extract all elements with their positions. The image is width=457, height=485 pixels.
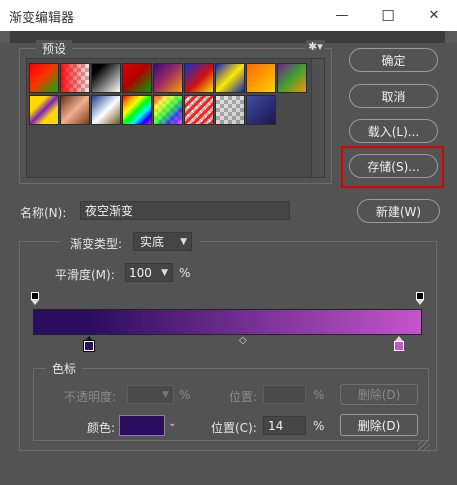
preset-swatch-yellow-violet-stripe[interactable] <box>29 95 59 125</box>
color-swatch[interactable] <box>119 415 165 436</box>
preset-swatch-orange-yellow[interactable] <box>246 63 276 93</box>
preset-swatch-red-transparent[interactable] <box>60 63 90 93</box>
gradient-type-value: 实底 <box>140 235 165 249</box>
chevron-down-icon: ▼ <box>180 236 187 247</box>
opacity-stop-right[interactable] <box>416 292 424 305</box>
resize-grip[interactable] <box>418 440 430 452</box>
preset-swatch-violet-orange[interactable] <box>153 63 183 93</box>
opacity-input: ▼ <box>127 385 174 404</box>
chevron-down-icon: ▼ <box>162 389 169 400</box>
opacity-unit: % <box>179 388 191 402</box>
maximize-button[interactable]: ☐ <box>365 0 411 31</box>
opacity-delete-button: 删除(D) <box>340 384 418 405</box>
smoothness-input[interactable]: 100 ▼ <box>125 263 173 282</box>
chevron-down-icon[interactable]: ⌄ <box>168 418 176 429</box>
smoothness-label: 平滑度(M): <box>55 268 115 282</box>
name-label: 名称(N): <box>20 206 67 220</box>
gear-icon[interactable]: ✱▾ <box>306 40 325 53</box>
preset-swatch-red-green-2[interactable] <box>122 63 152 93</box>
opacity-location-input <box>263 385 306 404</box>
preset-swatch-copper[interactable] <box>60 95 90 125</box>
preset-swatch-transparent-stripes[interactable] <box>184 95 214 125</box>
title-bar: 渐变编辑器 — ☐ ✕ <box>0 0 457 31</box>
smoothness-unit: % <box>179 266 191 280</box>
gradient-bar[interactable] <box>33 309 422 335</box>
chevron-down-icon: ▼ <box>161 267 168 278</box>
preset-swatch-violet-green-orange[interactable] <box>277 63 307 93</box>
color-stops-legend: 色标 <box>46 360 83 377</box>
minimize-button[interactable]: — <box>319 0 365 31</box>
color-stop-left[interactable] <box>83 336 95 352</box>
opacity-location-unit: % <box>313 388 325 402</box>
preset-swatch-neutral-density[interactable] <box>215 95 245 125</box>
smoothness-value: 100 <box>129 265 152 280</box>
opacity-stop-left[interactable] <box>31 292 39 305</box>
gradient-type-dropdown[interactable]: 实底 ▼ <box>133 232 192 251</box>
location-input[interactable]: 14 <box>263 416 306 435</box>
window-title: 渐变编辑器 <box>9 11 75 26</box>
midpoint-diamond[interactable]: ◇ <box>239 335 247 346</box>
color-label: 颜色: <box>87 421 116 435</box>
opacity-label: 不透明度: <box>64 390 117 404</box>
preset-swatch-spectrum[interactable] <box>122 95 152 125</box>
cancel-button[interactable]: 取消 <box>349 84 438 108</box>
name-input[interactable]: 夜空渐变 <box>80 201 290 220</box>
location-label: 位置(C): <box>211 421 257 435</box>
preset-scrollbar[interactable] <box>311 59 324 177</box>
close-button[interactable]: ✕ <box>411 0 457 31</box>
preset-swatch-black-white[interactable] <box>91 63 121 93</box>
preset-swatch-transparent-rainbow[interactable] <box>153 95 183 125</box>
preset-swatch-night-sky[interactable] <box>246 95 276 125</box>
new-button[interactable]: 新建(W) <box>357 199 440 223</box>
location-unit: % <box>313 419 325 433</box>
preset-swatch-chrome[interactable] <box>91 95 121 125</box>
save-button[interactable]: 存储(S)... <box>349 154 438 178</box>
load-button[interactable]: 载入(L)... <box>349 119 438 143</box>
presets-legend: 预设 <box>36 40 73 57</box>
preset-swatch-blue-red-yellow[interactable] <box>184 63 214 93</box>
gradient-type-label: 渐变类型: <box>70 237 123 251</box>
ok-button[interactable]: 确定 <box>349 48 438 72</box>
opacity-location-label: 位置: <box>229 390 258 404</box>
preset-swatch-blue-yellow-blue[interactable] <box>215 63 245 93</box>
preset-swatch-red-green[interactable] <box>29 63 59 93</box>
preset-swatch-grid <box>26 58 325 178</box>
color-stop-right[interactable] <box>394 336 404 352</box>
delete-button[interactable]: 删除(D) <box>340 414 418 436</box>
